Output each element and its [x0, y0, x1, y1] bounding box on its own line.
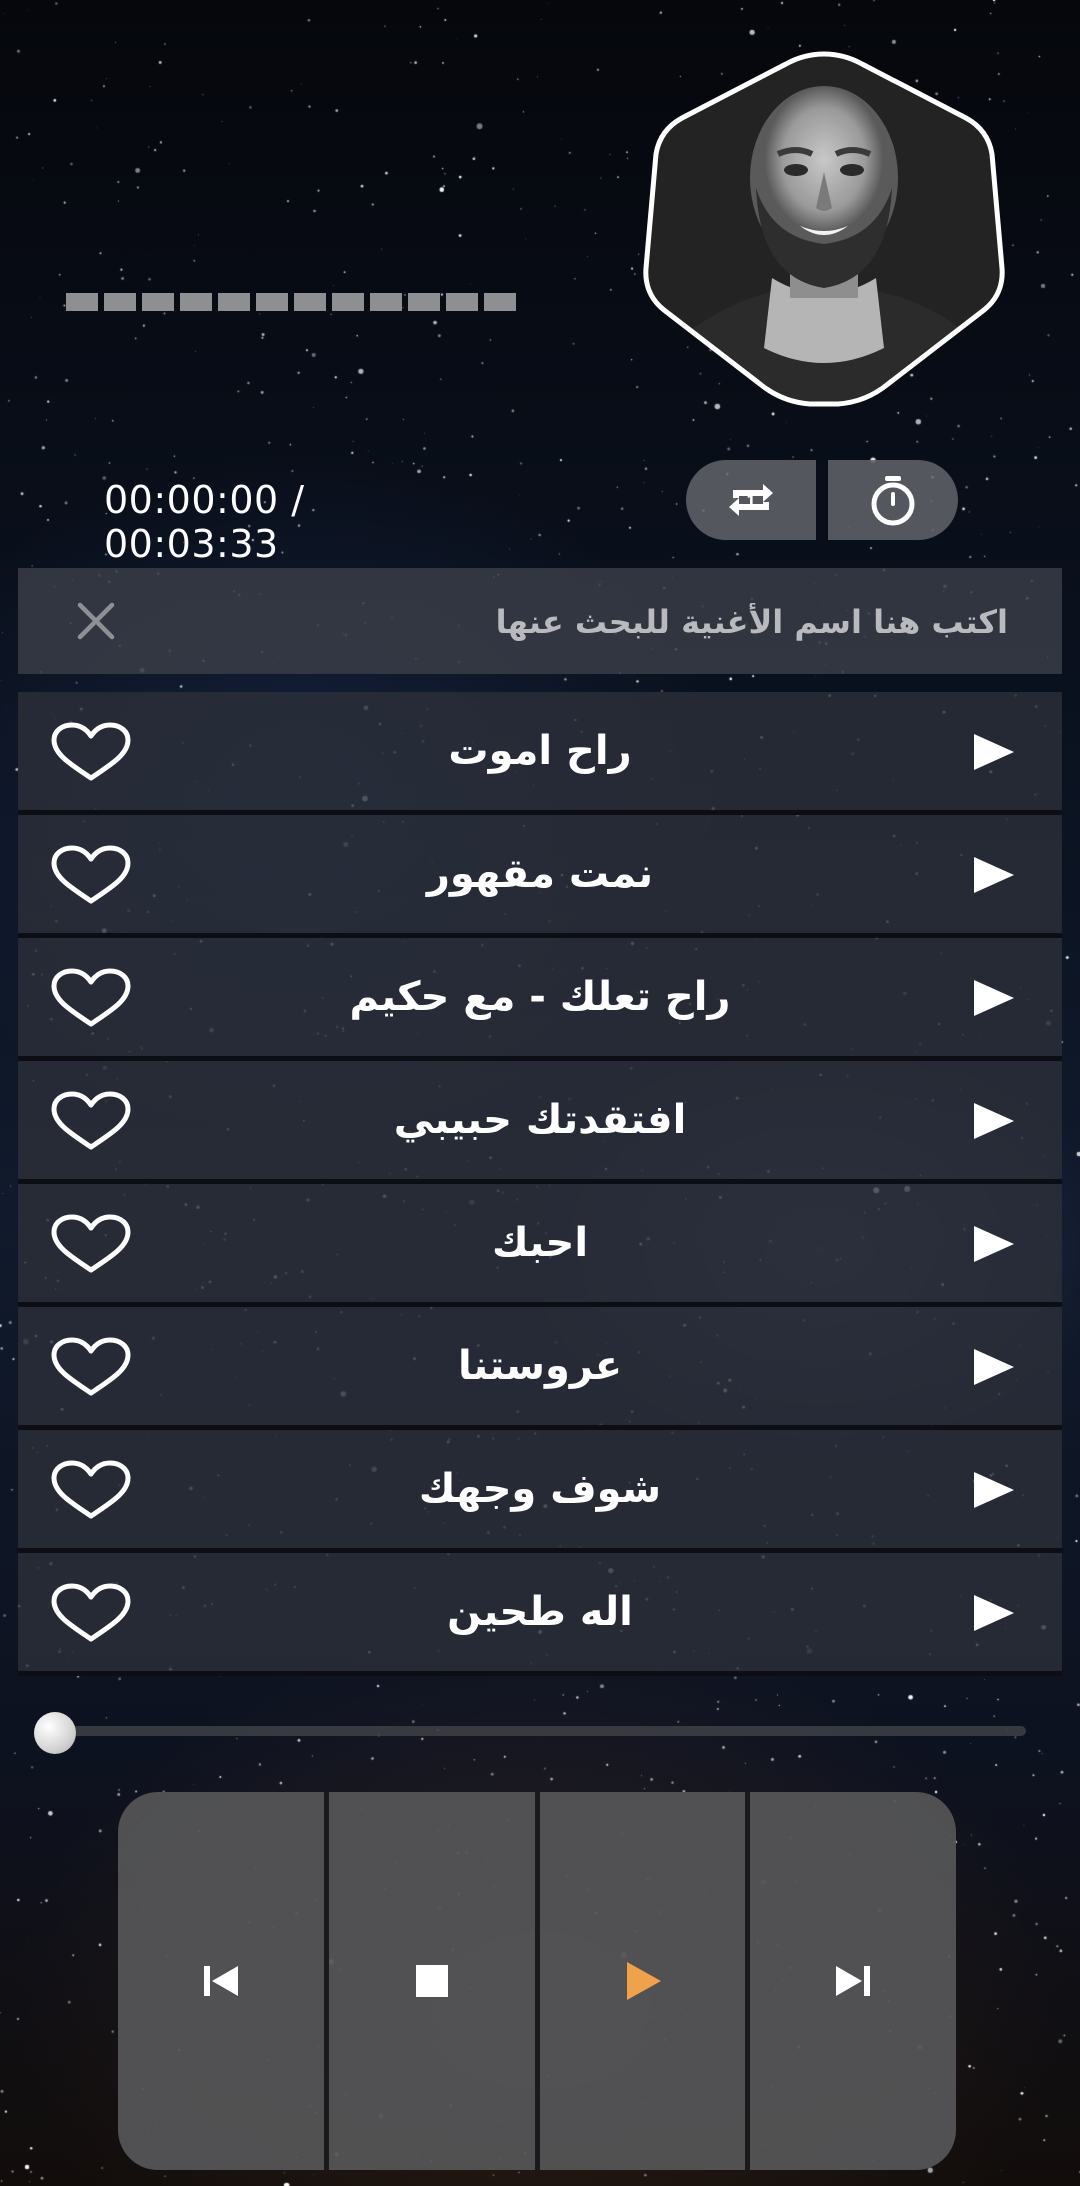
favorite-button[interactable]: [50, 1091, 132, 1151]
song-row[interactable]: شوف وجهك: [18, 1430, 1062, 1553]
song-title: راح اموت: [448, 728, 632, 774]
song-row[interactable]: احبك: [18, 1184, 1062, 1307]
stop-button[interactable]: [323, 1792, 535, 2170]
equalizer-bar: [218, 293, 250, 311]
equalizer-bar: [446, 293, 478, 311]
song-title: افتقدتك حبيبي: [393, 1097, 687, 1143]
stop-icon: [415, 1965, 448, 1997]
search-bar: [18, 568, 1062, 676]
heart-outline-icon: [51, 722, 131, 781]
play-button[interactable]: [534, 1792, 746, 2170]
play-song-button[interactable]: [972, 978, 1016, 1018]
favorite-button[interactable]: [50, 1337, 132, 1397]
song-title: نمت مقهور: [426, 851, 654, 897]
playback-time: 00:00:00 / 00:03:33: [104, 478, 305, 566]
play-song-button[interactable]: [972, 1470, 1016, 1510]
heart-outline-icon: [51, 968, 131, 1027]
equalizer-bar: [180, 293, 212, 311]
play-icon: [974, 734, 1014, 770]
favorite-button[interactable]: [50, 968, 132, 1028]
heart-outline-icon: [51, 1091, 131, 1150]
equalizer-bar: [142, 293, 174, 311]
heart-outline-icon: [51, 1214, 131, 1273]
favorite-button[interactable]: [50, 1583, 132, 1643]
equalizer-bar: [408, 293, 440, 311]
song-row[interactable]: اله طحين: [18, 1553, 1062, 1676]
song-title: راح تعلك - مع حكيم: [349, 974, 731, 1020]
close-icon: [77, 602, 115, 640]
skip-previous-icon: [203, 1966, 238, 1996]
play-song-button[interactable]: [972, 855, 1016, 895]
play-icon: [974, 1595, 1014, 1631]
song-row[interactable]: افتقدتك حبيبي: [18, 1061, 1062, 1184]
equalizer-bar: [256, 293, 288, 311]
play-icon: [974, 857, 1014, 893]
favorite-button[interactable]: [50, 1460, 132, 1520]
search-input[interactable]: [186, 568, 1010, 676]
song-title: شوف وجهك: [418, 1466, 662, 1512]
repeat-one-icon: 1: [729, 484, 773, 516]
favorite-button[interactable]: [50, 845, 132, 905]
play-song-button[interactable]: [972, 1593, 1016, 1633]
song-list: راح اموت نمت مقهور راح تعلك - مع حكيم اف…: [18, 692, 1062, 1676]
seek-thumb[interactable]: [34, 1712, 76, 1754]
play-icon: [974, 1349, 1014, 1385]
next-button[interactable]: [745, 1792, 956, 2170]
equalizer-bar: [484, 293, 516, 311]
play-icon: [974, 1103, 1014, 1139]
seek-bar[interactable]: [36, 1726, 1026, 1736]
skip-next-icon: [836, 1966, 871, 1996]
song-row[interactable]: راح تعلك - مع حكيم: [18, 938, 1062, 1061]
player-controls: [118, 1792, 956, 2170]
song-row[interactable]: عروستنا: [18, 1307, 1062, 1430]
play-song-button[interactable]: [972, 1224, 1016, 1264]
play-song-button[interactable]: [972, 1347, 1016, 1387]
play-icon: [974, 1226, 1014, 1262]
song-title: عروستنا: [457, 1343, 623, 1389]
heart-outline-icon: [51, 1337, 131, 1396]
equalizer-bar: [332, 293, 364, 311]
equalizer-bar: [104, 293, 136, 311]
heart-outline-icon: [51, 1460, 131, 1519]
stopwatch-icon: [871, 476, 915, 526]
play-icon: [974, 980, 1014, 1016]
song-title: احبك: [491, 1220, 589, 1266]
heart-outline-icon: [51, 845, 131, 904]
play-song-button[interactable]: [972, 732, 1016, 772]
equalizer-visualizer: [66, 293, 516, 311]
play-song-button[interactable]: [972, 1101, 1016, 1141]
equalizer-bar: [294, 293, 326, 311]
favorite-button[interactable]: [50, 722, 132, 782]
equalizer-bar: [66, 293, 98, 311]
song-row[interactable]: نمت مقهور: [18, 815, 1062, 938]
sleep-timer-button[interactable]: [828, 460, 958, 540]
repeat-button[interactable]: 1: [686, 460, 816, 540]
play-icon: [627, 1962, 662, 2000]
svg-text:1: 1: [746, 494, 756, 510]
favorite-button[interactable]: [50, 1214, 132, 1274]
artist-avatar: [640, 48, 1008, 410]
song-row[interactable]: راح اموت: [18, 692, 1062, 815]
previous-button[interactable]: [118, 1792, 324, 2170]
heart-outline-icon: [51, 1583, 131, 1642]
song-title: اله طحين: [447, 1589, 633, 1635]
play-icon: [974, 1472, 1014, 1508]
clear-search-button[interactable]: [76, 601, 116, 641]
equalizer-bar: [370, 293, 402, 311]
